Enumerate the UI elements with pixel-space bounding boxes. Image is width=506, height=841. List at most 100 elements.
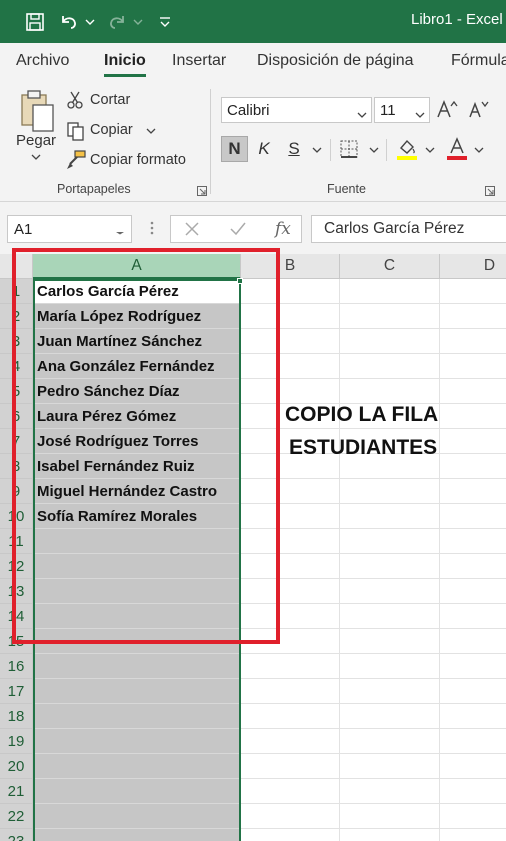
font-size-select[interactable]: 11 [374,97,430,123]
column-header-a[interactable]: A [33,254,241,279]
cell-a[interactable] [33,679,240,704]
borders-dropdown-icon[interactable] [369,146,379,154]
borders-icon[interactable] [339,139,359,159]
row-header[interactable]: 20 [0,754,33,779]
cell[interactable] [340,729,440,754]
undo-dropdown-icon[interactable] [84,11,96,33]
row-header[interactable]: 13 [0,579,33,604]
enter-icon[interactable] [229,221,247,242]
cell-a[interactable]: José Rodríguez Torres [33,429,240,454]
cell[interactable] [340,529,440,554]
cell[interactable] [440,504,506,529]
cell[interactable] [440,279,506,304]
cell[interactable] [340,354,440,379]
cell[interactable] [440,654,506,679]
cell-a[interactable]: Ana González Fernández [33,354,240,379]
increase-font-icon[interactable] [436,98,458,120]
cell-a[interactable] [33,729,240,754]
cell[interactable] [440,554,506,579]
italic-button[interactable]: K [253,136,275,162]
cell[interactable] [241,504,340,529]
row-header[interactable]: 10 [0,504,33,529]
cell-a[interactable] [33,604,240,629]
cell[interactable] [241,279,340,304]
cell[interactable] [340,579,440,604]
cell-a[interactable] [33,829,240,841]
cell-a[interactable]: Sofía Ramírez Morales [33,504,240,529]
format-painter-icon[interactable] [65,150,87,170]
cell-a[interactable] [33,579,240,604]
cell[interactable] [340,754,440,779]
row-header[interactable]: 9 [0,479,33,504]
cell[interactable] [340,704,440,729]
row-header[interactable]: 18 [0,704,33,729]
select-all-corner[interactable] [0,254,33,279]
tab-archivo[interactable]: Archivo [16,52,69,70]
cell-a[interactable] [33,629,240,654]
copy-icon[interactable] [66,121,86,141]
cell[interactable] [340,279,440,304]
cell-a[interactable] [33,704,240,729]
cell[interactable] [440,804,506,829]
font-launcher-icon[interactable] [485,183,495,196]
cell[interactable] [340,329,440,354]
cell-a[interactable]: Juan Martínez Sánchez [33,329,240,354]
cell-a[interactable]: Laura Pérez Gómez [33,404,240,429]
cell-a[interactable] [33,804,240,829]
cell[interactable] [340,604,440,629]
cell-a[interactable]: Isabel Fernández Ruiz [33,454,240,479]
redo-icon[interactable] [106,11,128,33]
cell[interactable] [340,654,440,679]
redo-dropdown-icon[interactable] [132,11,144,33]
tab-formulas[interactable]: Fórmulas [451,52,506,70]
cell[interactable] [440,729,506,754]
decrease-font-icon[interactable] [468,98,490,120]
row-header[interactable]: 6 [0,404,33,429]
row-header[interactable]: 3 [0,329,33,354]
row-header[interactable]: 2 [0,304,33,329]
row-header[interactable]: 21 [0,779,33,804]
cell[interactable] [340,804,440,829]
cell[interactable] [440,754,506,779]
cell[interactable] [340,504,440,529]
cell-a[interactable]: María López Rodríguez [33,304,240,329]
cut-button[interactable]: Cortar [90,92,130,108]
cell-a[interactable] [33,779,240,804]
column-header-b[interactable]: B [241,254,340,279]
cancel-icon[interactable] [184,221,200,242]
cell[interactable] [241,754,340,779]
cell[interactable] [440,379,506,404]
row-header[interactable]: 16 [0,654,33,679]
cell[interactable] [241,704,340,729]
copy-dropdown-icon[interactable] [146,127,156,135]
copy-button[interactable]: Copiar [90,122,133,138]
cell-a[interactable]: Miguel Hernández Castro [33,479,240,504]
cell[interactable] [440,529,506,554]
cell-a[interactable] [33,654,240,679]
cell[interactable] [340,304,440,329]
row-header[interactable]: 17 [0,679,33,704]
cell-a[interactable] [33,554,240,579]
cell[interactable] [241,554,340,579]
name-box[interactable]: A1 [7,215,132,243]
cell[interactable] [440,679,506,704]
cell[interactable] [440,779,506,804]
row-header[interactable]: 11 [0,529,33,554]
cell[interactable] [340,554,440,579]
cell[interactable] [241,604,340,629]
bold-button[interactable]: N [221,136,248,162]
underline-dropdown-icon[interactable] [312,146,322,154]
cell[interactable] [340,379,440,404]
cell-a[interactable] [33,529,240,554]
paste-dropdown-icon[interactable] [31,153,41,161]
cell[interactable] [440,829,506,841]
fill-color-icon[interactable] [396,137,418,161]
tab-inicio[interactable]: Inicio [104,52,146,70]
cell[interactable] [241,779,340,804]
cell[interactable] [440,704,506,729]
cell[interactable] [241,629,340,654]
cell[interactable] [340,679,440,704]
customize-toolbar-icon[interactable] [156,11,174,33]
cell[interactable] [440,304,506,329]
cell[interactable] [241,329,340,354]
